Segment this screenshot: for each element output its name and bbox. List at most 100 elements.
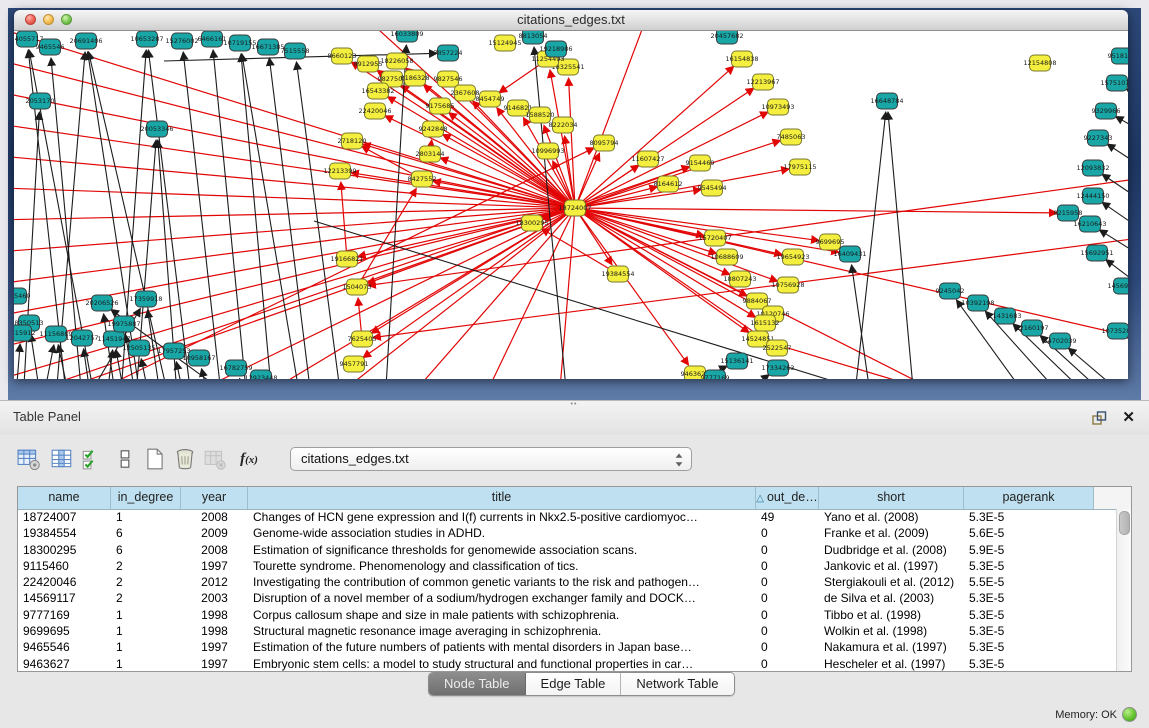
graph-node[interactable]: 19975887 bbox=[107, 316, 140, 332]
table-row[interactable]: 1872400712008Changes of HCN gene express… bbox=[18, 509, 1117, 525]
table-cell[interactable]: Stergiakouli et al. (2012) bbox=[819, 574, 964, 590]
graph-node[interactable]: 10392198 bbox=[961, 295, 994, 311]
scrollbar-thumb[interactable] bbox=[1119, 511, 1130, 535]
table-cell[interactable]: 9463627 bbox=[18, 656, 111, 671]
graph-node[interactable]: 8215958 bbox=[1054, 205, 1083, 221]
table-cell[interactable]: 2 bbox=[111, 590, 181, 606]
table-cell[interactable]: Corpus callosum shape and size in male p… bbox=[248, 607, 756, 623]
graph-node[interactable]: 9242848 bbox=[419, 121, 448, 137]
graph-node[interactable]: 12213399 bbox=[323, 163, 356, 179]
table-cell[interactable]: 1998 bbox=[181, 607, 248, 623]
table-cell[interactable]: Disruption of a novel member of a sodium… bbox=[248, 590, 756, 606]
table-cell[interactable]: 2008 bbox=[181, 509, 248, 525]
table-cell[interactable]: Dudbridge et al. (2008) bbox=[819, 542, 964, 558]
graph-node[interactable]: 1504073 bbox=[343, 279, 372, 295]
table-cell[interactable]: Embryonic stem cells: a model to study s… bbox=[248, 656, 756, 671]
table-cell[interactable]: 2009 bbox=[181, 525, 248, 541]
graph-node[interactable]: 9227343 bbox=[1084, 130, 1113, 146]
table-cell[interactable]: 2003 bbox=[181, 590, 248, 606]
table-cell[interactable]: 0 bbox=[756, 656, 819, 671]
table-cell[interactable]: 9699695 bbox=[18, 623, 111, 639]
table-cell[interactable]: Genome-wide association studies in ADHD. bbox=[248, 525, 756, 541]
graph-node[interactable]: 9245042 bbox=[936, 283, 965, 299]
delete-table-icon[interactable] bbox=[202, 446, 228, 472]
table-cell[interactable]: Investigating the contribution of common… bbox=[248, 574, 756, 590]
column-header-name[interactable]: name bbox=[18, 487, 111, 509]
graph-node[interactable]: 8454749 bbox=[476, 91, 505, 107]
tab-network-table[interactable]: Network Table bbox=[621, 673, 733, 695]
table-cell[interactable]: 1 bbox=[111, 656, 181, 671]
graph-node[interactable]: 12093832 bbox=[1076, 160, 1109, 176]
table-columns-icon[interactable] bbox=[49, 446, 75, 472]
graph-node[interactable]: 12154808 bbox=[1023, 55, 1056, 71]
table-cell[interactable]: 9777169 bbox=[18, 607, 111, 623]
checklist-icon[interactable] bbox=[79, 446, 105, 472]
table-cell[interactable]: Franke et al. (2009) bbox=[819, 525, 964, 541]
graph-node[interactable]: 7857224 bbox=[434, 45, 463, 61]
function-icon[interactable]: f(x) bbox=[232, 446, 266, 472]
table-cell[interactable]: 2012 bbox=[181, 574, 248, 590]
table-cell[interactable]: 5.3E-5 bbox=[964, 509, 1094, 525]
graph-node[interactable]: 8427552 bbox=[408, 171, 437, 187]
table-cell[interactable]: 5.3E-5 bbox=[964, 558, 1094, 574]
graph-node[interactable]: 10996993 bbox=[531, 143, 564, 159]
table-cell[interactable]: 5.3E-5 bbox=[964, 590, 1094, 606]
network-canvas[interactable]: 1872400786601238912955182260589827503818… bbox=[14, 31, 1128, 379]
table-cell[interactable]: 18724007 bbox=[18, 509, 111, 525]
graph-node[interactable]: 7515558 bbox=[281, 43, 310, 59]
trash-icon[interactable] bbox=[172, 446, 198, 472]
tab-node-table[interactable]: Node Table bbox=[429, 673, 526, 695]
table-cell[interactable]: 1 bbox=[111, 623, 181, 639]
graph-node[interactable]: 10735283 bbox=[1101, 323, 1128, 339]
column-header-title[interactable]: title bbox=[248, 487, 756, 509]
table-cell[interactable]: 1997 bbox=[181, 656, 248, 671]
graph-node[interactable]: 14569117 bbox=[1107, 278, 1128, 294]
table-cell[interactable]: 1997 bbox=[181, 639, 248, 655]
graph-node[interactable]: 8095794 bbox=[590, 135, 619, 151]
column-header-year[interactable]: year bbox=[181, 487, 248, 509]
table-cell[interactable]: 1 bbox=[111, 639, 181, 655]
table-cell[interactable]: 0 bbox=[756, 542, 819, 558]
graph-node[interactable]: 8660123 bbox=[328, 48, 357, 64]
table-cell[interactable]: 5.3E-5 bbox=[964, 639, 1094, 655]
tab-edge-table[interactable]: Edge Table bbox=[526, 673, 622, 695]
graph-node[interactable]: 15692951 bbox=[1080, 245, 1113, 261]
table-cell[interactable]: 22420046 bbox=[18, 574, 111, 590]
graph-node[interactable]: 15751074 bbox=[1100, 75, 1128, 91]
graph-node[interactable]: 9518117 bbox=[1108, 48, 1128, 64]
zoom-window-button[interactable] bbox=[61, 14, 72, 25]
table-cell[interactable]: 5.3E-5 bbox=[964, 607, 1094, 623]
column-header-pagerank[interactable]: pagerank bbox=[964, 487, 1094, 509]
table-cell[interactable]: 0 bbox=[756, 623, 819, 639]
graph-node[interactable]: 14702039 bbox=[1043, 333, 1076, 349]
graph-node[interactable]: 17334263 bbox=[761, 360, 794, 376]
table-cell[interactable]: 6 bbox=[111, 525, 181, 541]
table-cell[interactable]: 0 bbox=[756, 639, 819, 655]
table-cell[interactable]: 14569117 bbox=[18, 590, 111, 606]
table-settings-icon[interactable] bbox=[16, 446, 42, 472]
table-row[interactable]: 1830029562008Estimation of significance … bbox=[18, 542, 1117, 558]
graph-node[interactable]: 12213967 bbox=[746, 74, 779, 90]
table-cell[interactable]: Tourette syndrome. Phenomenology and cla… bbox=[248, 558, 756, 574]
graph-node[interactable]: 2803144 bbox=[416, 146, 445, 162]
table-row[interactable]: 977716911998Corpus callosum shape and si… bbox=[18, 607, 1117, 623]
table-row[interactable]: 946362711997Embryonic stem cells: a mode… bbox=[18, 656, 1117, 671]
table-row[interactable]: 2242004622012Investigating the contribut… bbox=[18, 574, 1117, 590]
graph-node[interactable]: 9115460 bbox=[14, 288, 30, 304]
window-titlebar[interactable]: citations_edges.txt bbox=[14, 10, 1128, 31]
table-row[interactable]: 1938455462009Genome-wide association stu… bbox=[18, 525, 1117, 541]
graph-node[interactable]: 19756928 bbox=[771, 277, 804, 293]
table-cell[interactable]: Wolkin et al. (1998) bbox=[819, 623, 964, 639]
splitter-handle-icon[interactable]: •• bbox=[566, 402, 582, 408]
table-cell[interactable]: 18300295 bbox=[18, 542, 111, 558]
table-cell[interactable]: 1997 bbox=[181, 558, 248, 574]
graph-node[interactable]: 7485063 bbox=[777, 129, 806, 145]
table-cell[interactable]: 0 bbox=[756, 574, 819, 590]
table-cell[interactable]: 9465546 bbox=[18, 639, 111, 655]
table-cell[interactable]: 5.5E-5 bbox=[964, 574, 1094, 590]
graph-node[interactable]: 20457682 bbox=[710, 31, 743, 44]
network-window[interactable]: citations_edges.txt 18724007866012389129… bbox=[14, 10, 1128, 379]
table-row[interactable]: 911546021997Tourette syndrome. Phenomeno… bbox=[18, 558, 1117, 574]
network-graph[interactable]: 1872400786601238912955182260589827503818… bbox=[14, 31, 1128, 379]
table-cell[interactable]: Tibbo et al. (1998) bbox=[819, 607, 964, 623]
